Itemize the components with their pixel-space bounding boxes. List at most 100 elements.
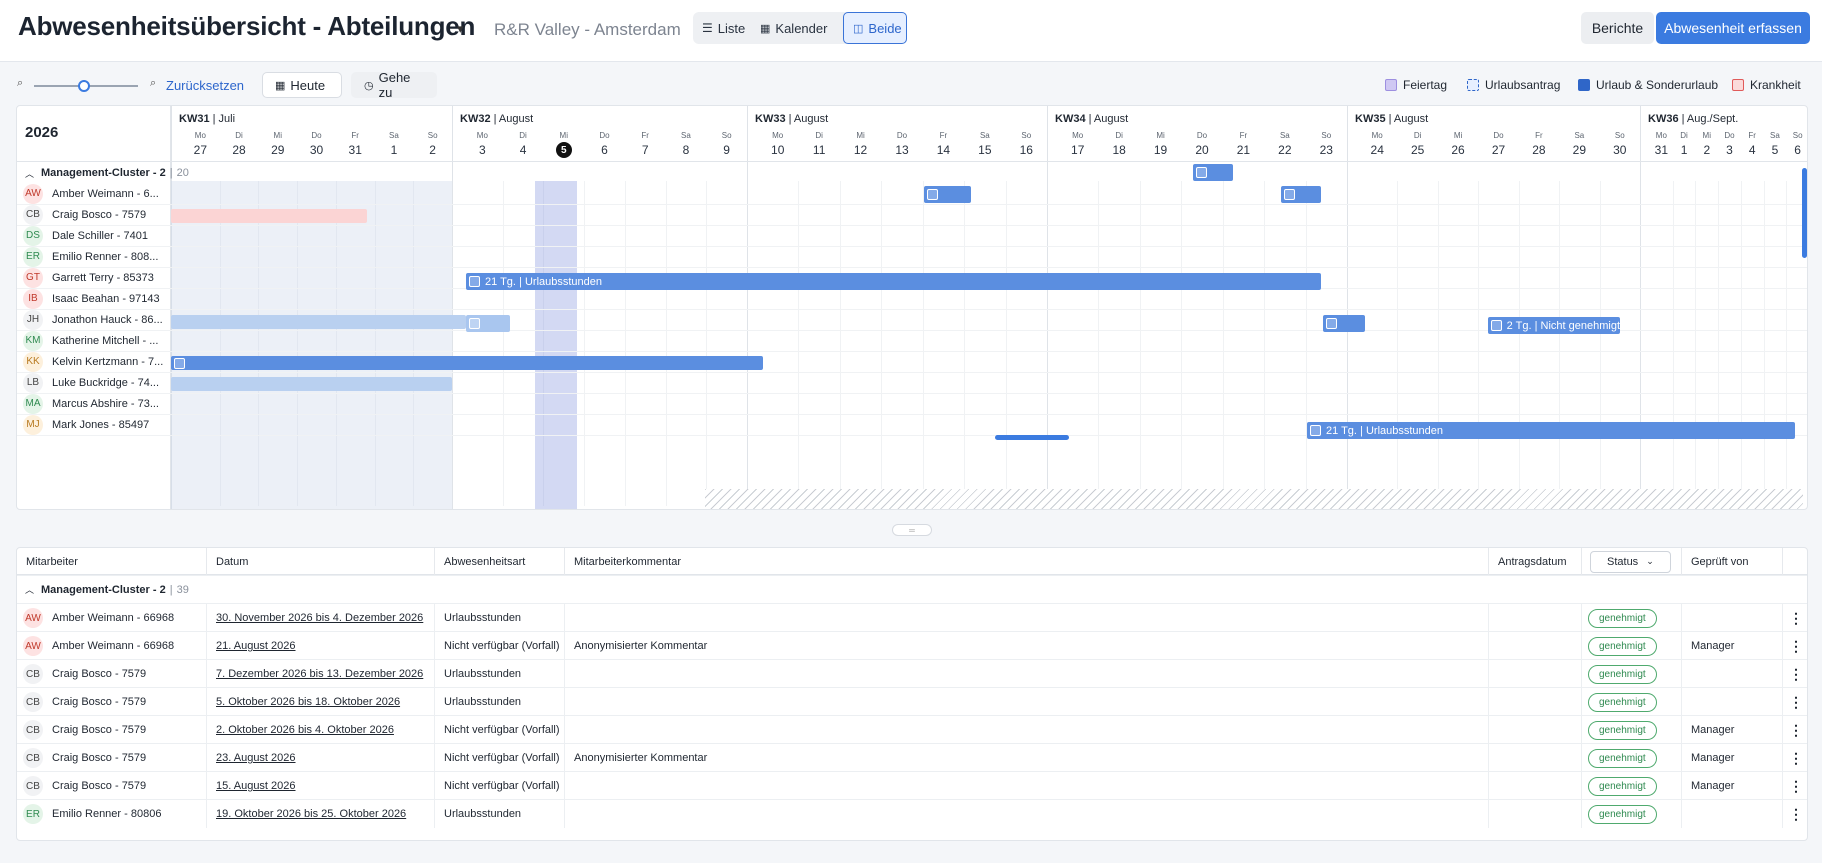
column-header[interactable]: Status ⌄: [1582, 548, 1682, 575]
day-number[interactable]: 1: [382, 143, 406, 157]
day-number[interactable]: 5: [552, 145, 576, 156]
day-number[interactable]: 29: [266, 143, 290, 157]
page-title[interactable]: Abwesenheitsübersicht - Abteilungen: [18, 11, 475, 42]
day-number[interactable]: 23: [1314, 143, 1338, 157]
day-number[interactable]: 2: [421, 143, 445, 157]
day-number[interactable]: 6: [1786, 143, 1807, 157]
zoom-in-icon[interactable]: ⌕: [150, 77, 156, 90]
status-filter[interactable]: Status ⌄: [1590, 550, 1671, 573]
more-options-icon[interactable]: ⋮: [1783, 772, 1807, 800]
cell-date[interactable]: 15. August 2026: [207, 772, 435, 800]
table-row[interactable]: AW Amber Weimann - 66968 21. August 2026 Ni…: [17, 631, 1807, 660]
day-number[interactable]: 27: [1487, 143, 1511, 157]
day-number[interactable]: 4: [511, 143, 535, 157]
day-number[interactable]: 3: [1718, 143, 1742, 157]
day-number[interactable]: 8: [674, 143, 698, 157]
cell-date[interactable]: 19. Oktober 2026 bis 25. Oktober 2026: [207, 800, 435, 828]
table-row[interactable]: CB Craig Bosco - 7579 15. August 2026 Nicht…: [17, 771, 1807, 800]
table-row[interactable]: CB Craig Bosco - 7579 7. Dezember 2026 bis…: [17, 659, 1807, 688]
day-number[interactable]: 9: [715, 143, 739, 157]
more-options-icon[interactable]: ⋮: [1783, 660, 1807, 688]
absence-bar-katherine-1[interactable]: [171, 315, 466, 329]
zoom-slider-handle[interactable]: [78, 80, 90, 92]
day-number[interactable]: 2: [1695, 143, 1719, 157]
day-number[interactable]: 19: [1149, 143, 1173, 157]
splitter-handle[interactable]: ═: [892, 524, 932, 536]
absence-bar-craig-1[interactable]: [924, 186, 971, 203]
date-link[interactable]: 19. Oktober 2026 bis 25. Oktober 2026: [216, 808, 406, 820]
absence-bar-mark[interactable]: 21 Tg. | Urlaubsstunden: [1307, 422, 1795, 439]
chevron-up-icon[interactable]: ︿: [25, 583, 34, 596]
absence-bar-jonathon[interactable]: 2 Tg. | Nicht genehmigt: [1488, 317, 1620, 334]
chevron-down-icon[interactable]: ▾: [457, 21, 464, 37]
date-link[interactable]: 15. August 2026: [216, 780, 296, 792]
day-number[interactable]: 13: [890, 143, 914, 157]
cell-date[interactable]: 2. Oktober 2026 bis 4. Oktober 2026: [207, 716, 435, 744]
zoom-out-icon[interactable]: ⌕: [17, 77, 23, 90]
more-options-icon[interactable]: ⋮: [1783, 632, 1807, 660]
today-button[interactable]: ▦ Heute: [262, 72, 342, 98]
day-number[interactable]: 4: [1740, 143, 1764, 157]
day-number[interactable]: 31: [1649, 143, 1673, 157]
vertical-scrollbar[interactable]: [1802, 168, 1807, 258]
table-row[interactable]: CB Craig Bosco - 7579 5. Oktober 2026 bis …: [17, 687, 1807, 716]
more-options-icon[interactable]: ⋮: [1783, 604, 1807, 632]
day-number[interactable]: 5: [1763, 143, 1787, 157]
table-row[interactable]: ER Emilio Renner - 80806 19. Oktober 2026 …: [17, 799, 1807, 828]
date-link[interactable]: 2. Oktober 2026 bis 4. Oktober 2026: [216, 724, 394, 736]
day-number[interactable]: 1: [1672, 143, 1696, 157]
view-calendar-button[interactable]: ▦ Kalender: [751, 12, 829, 44]
cell-date[interactable]: 23. August 2026: [207, 744, 435, 772]
more-options-icon[interactable]: ⋮: [1783, 744, 1807, 772]
absence-bar-luke[interactable]: [171, 356, 763, 370]
day-number[interactable]: 27: [188, 143, 212, 157]
day-number[interactable]: 31: [343, 143, 367, 157]
day-number[interactable]: 14: [931, 143, 955, 157]
cell-date[interactable]: 30. November 2026 bis 4. Dezember 2026: [207, 604, 435, 632]
day-number[interactable]: 28: [1527, 143, 1551, 157]
absence-bar-garrett[interactable]: 21 Tg. | Urlaubsstunden: [466, 273, 1321, 290]
day-number[interactable]: 18: [1107, 143, 1131, 157]
day-number[interactable]: 30: [1608, 143, 1632, 157]
cell-date[interactable]: 5. Oktober 2026 bis 18. Oktober 2026: [207, 688, 435, 716]
table-row[interactable]: AW Amber Weimann - 66968 30. November 2026…: [17, 603, 1807, 632]
day-number[interactable]: 21: [1231, 143, 1255, 157]
day-number[interactable]: 12: [849, 143, 873, 157]
date-link[interactable]: 7. Dezember 2026 bis 13. Dezember 2026: [216, 668, 423, 680]
day-number[interactable]: 10: [766, 143, 790, 157]
day-number[interactable]: 20: [1190, 143, 1214, 157]
day-number[interactable]: 22: [1273, 143, 1297, 157]
day-number[interactable]: 16: [1014, 143, 1038, 157]
date-link[interactable]: 23. August 2026: [216, 752, 296, 764]
more-options-icon[interactable]: ⋮: [1783, 688, 1807, 716]
chevron-up-icon[interactable]: ︿: [25, 167, 34, 180]
absence-bar-katherine-3[interactable]: [1323, 315, 1365, 332]
day-number[interactable]: 29: [1567, 143, 1591, 157]
date-link[interactable]: 30. November 2026 bis 4. Dezember 2026: [216, 612, 423, 624]
view-list-button[interactable]: ☰ Liste: [693, 12, 751, 44]
reports-button[interactable]: Berichte: [1581, 12, 1654, 44]
date-link[interactable]: 21. August 2026: [216, 640, 296, 652]
employee-row[interactable]: MJ Mark Jones - 85497: [17, 412, 171, 437]
more-options-icon[interactable]: ⋮: [1783, 716, 1807, 744]
day-number[interactable]: 3: [470, 143, 494, 157]
day-number[interactable]: 15: [973, 143, 997, 157]
calendar-group-row[interactable]: ︿ Management-Cluster - 2 | 20: [17, 163, 1807, 183]
zoom-reset-link[interactable]: Zurücksetzen: [166, 78, 244, 93]
absence-bar-amber[interactable]: [1193, 164, 1233, 181]
horizontal-scrollbar[interactable]: [995, 435, 1069, 440]
date-link[interactable]: 5. Oktober 2026 bis 18. Oktober 2026: [216, 696, 400, 708]
absence-bar-marcus[interactable]: [171, 377, 452, 391]
table-row[interactable]: CB Craig Bosco - 7579 23. August 2026 Nicht…: [17, 743, 1807, 772]
cell-date[interactable]: 7. Dezember 2026 bis 13. Dezember 2026: [207, 660, 435, 688]
table-row[interactable]: CB Craig Bosco - 7579 2. Oktober 2026 bis …: [17, 715, 1807, 744]
day-number[interactable]: 30: [305, 143, 329, 157]
table-group-row[interactable]: ︿ Management-Cluster - 2 | 39: [17, 575, 1807, 603]
day-number[interactable]: 28: [227, 143, 251, 157]
day-number[interactable]: 6: [593, 143, 617, 157]
add-absence-button[interactable]: Abwesenheit erfassen: [1656, 12, 1810, 44]
day-number[interactable]: 17: [1066, 143, 1090, 157]
more-options-icon[interactable]: ⋮: [1783, 800, 1807, 828]
absence-bar-dale[interactable]: [171, 209, 367, 223]
day-number[interactable]: 25: [1406, 143, 1430, 157]
